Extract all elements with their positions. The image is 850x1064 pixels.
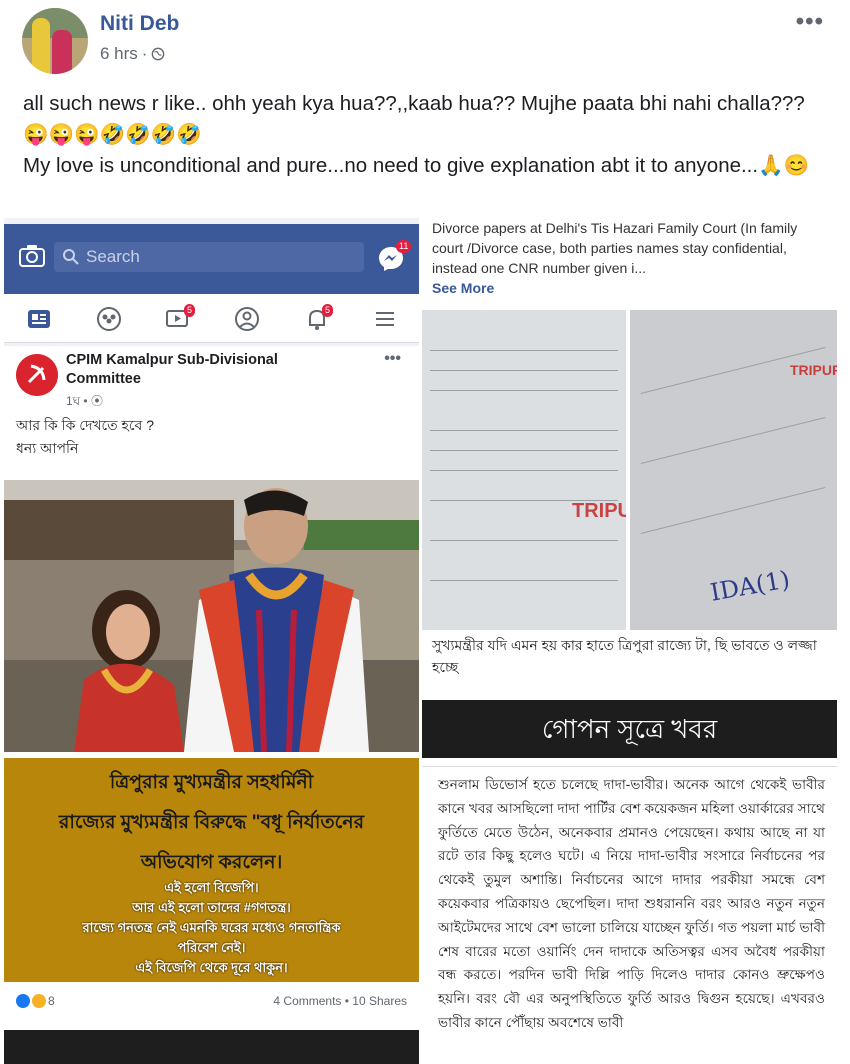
news-banner: ত্রিপুরার মুখ্যমন্ত্রীর সহধর্মিনী রাজ্যে… <box>4 758 419 982</box>
camera-icon[interactable] <box>18 244 46 268</box>
see-more-link[interactable]: See More <box>432 280 494 296</box>
phone-nav-bar <box>4 1030 419 1064</box>
shared-text-line: আর কি কি দেখতে হবে ? <box>16 417 154 433</box>
right-screenshot-image[interactable]: Divorce papers at Delhi's Tis Hazari Fam… <box>422 218 837 1064</box>
post-text-line: My love is unconditional and pure...no n… <box>23 154 810 177</box>
banner-small-line: আর এই হলো তাদের #গণতন্ত্র। <box>132 900 291 915</box>
court-document-1[interactable]: TRIPURA <box>422 310 626 630</box>
author-avatar[interactable] <box>22 8 88 74</box>
globe-icon <box>152 47 165 61</box>
cpim-logo-icon[interactable] <box>16 354 58 396</box>
banner-small-line: রাজ্যে গনতন্ত্র নেই এমনকি ঘরের মধ্যেও গন… <box>82 920 341 935</box>
secret-news-headline: গোপন সূত্রে খবর <box>422 700 837 758</box>
post-text-line: all such news r like.. ohh yeah kya hua?… <box>23 92 805 146</box>
haha-reaction-icon <box>32 994 46 1008</box>
banner-small-line: পরিবেশ নেই। <box>177 940 246 955</box>
tripura-watermark: TRIPURA <box>572 500 626 522</box>
notifications-badge: 5 <box>322 304 334 317</box>
profile-icon[interactable] <box>234 306 260 332</box>
banner-small-line: এই বিজেপি থেকে দূরে থাকুন। <box>135 960 288 975</box>
banner-line: রাজ্যের মুখ্যমন্ত্রীর বিরুদ্ধে "বধূ নির্… <box>58 812 365 833</box>
couple-photo-drawing <box>4 480 419 752</box>
like-reaction-icon <box>16 994 30 1008</box>
fb-mobile-topbar: Search 11 <box>4 224 419 294</box>
handwritten-note: IDA(1) <box>708 565 792 607</box>
post-media-grid[interactable]: Search 11 5 5 CPIM Kamalpur Sub-Division… <box>0 218 850 1064</box>
shared-page-name[interactable]: CPIM Kamalpur Sub-Divisional Committee <box>66 351 326 389</box>
banner-line: অভিযোগ করলেন। <box>140 852 283 873</box>
left-screenshot-image[interactable]: Search 11 5 5 CPIM Kamalpur Sub-Division… <box>4 218 419 1064</box>
author-name[interactable]: Niti Deb <box>100 12 179 36</box>
banner-line: ত্রিপুরার মুখ্যমন্ত্রীর সহধর্মিনী <box>109 772 314 793</box>
news-body: শুনলাম ডিভোর্স হতে চলেছে দাদা-ভাবীর। অনে… <box>422 766 837 1064</box>
caption-bengali: সুখ্যমন্ত্রীর যদি এমন হয় কার হাতে ত্রিপ… <box>432 637 817 675</box>
post-text: all such news r like.. ohh yeah kya hua?… <box>23 88 823 181</box>
caption-text: Divorce papers at Delhi's Tis Hazari Fam… <box>432 220 798 276</box>
news-feed-icon[interactable] <box>26 306 52 332</box>
search-placeholder: Search <box>86 247 140 266</box>
messenger-badge: 11 <box>396 240 412 253</box>
divorce-caption: Divorce papers at Delhi's Tis Hazari Fam… <box>432 218 827 298</box>
court-document-2[interactable]: TRIPURA IDA(1) <box>630 310 837 630</box>
fb-search-field[interactable]: Search <box>54 242 364 272</box>
couple-photo[interactable] <box>4 480 419 752</box>
news-body-text: শুনলাম ডিভোর্স হতে চলেছে দাদা-ভাবীর। অনে… <box>438 777 825 1030</box>
menu-icon[interactable] <box>372 306 398 332</box>
tripura-watermark: TRIPURA <box>790 362 837 378</box>
shared-post-text: আর কি কি দেখতে হবে ? ধন্য আপনি <box>16 414 154 460</box>
groups-icon[interactable] <box>96 306 122 332</box>
reaction-count: 8 <box>48 994 55 1008</box>
shared-post-options[interactable]: ••• <box>384 350 401 368</box>
banner-small-line: এই হলো বিজেপি। <box>164 880 259 895</box>
facebook-post: Niti Deb 6 hrs · ••• all such news r lik… <box>0 0 850 1064</box>
watch-badge: 5 <box>184 304 196 317</box>
shared-post-meta: 1ঘ • ⦿ <box>66 394 103 408</box>
post-options-button[interactable]: ••• <box>796 8 824 36</box>
search-icon <box>63 249 79 265</box>
comments-shares-count[interactable]: 4 Comments • 10 Shares <box>273 994 407 1008</box>
shared-text-line: ধন্য আপনি <box>16 440 79 456</box>
fb-mobile-nav: 5 5 <box>4 294 419 343</box>
post-meta: 6 hrs · <box>100 44 165 64</box>
post-time[interactable]: 6 hrs <box>100 44 138 64</box>
shared-post: CPIM Kamalpur Sub-Divisional Committee 1… <box>4 346 419 1046</box>
reactions-summary[interactable]: 8 <box>16 994 55 1008</box>
